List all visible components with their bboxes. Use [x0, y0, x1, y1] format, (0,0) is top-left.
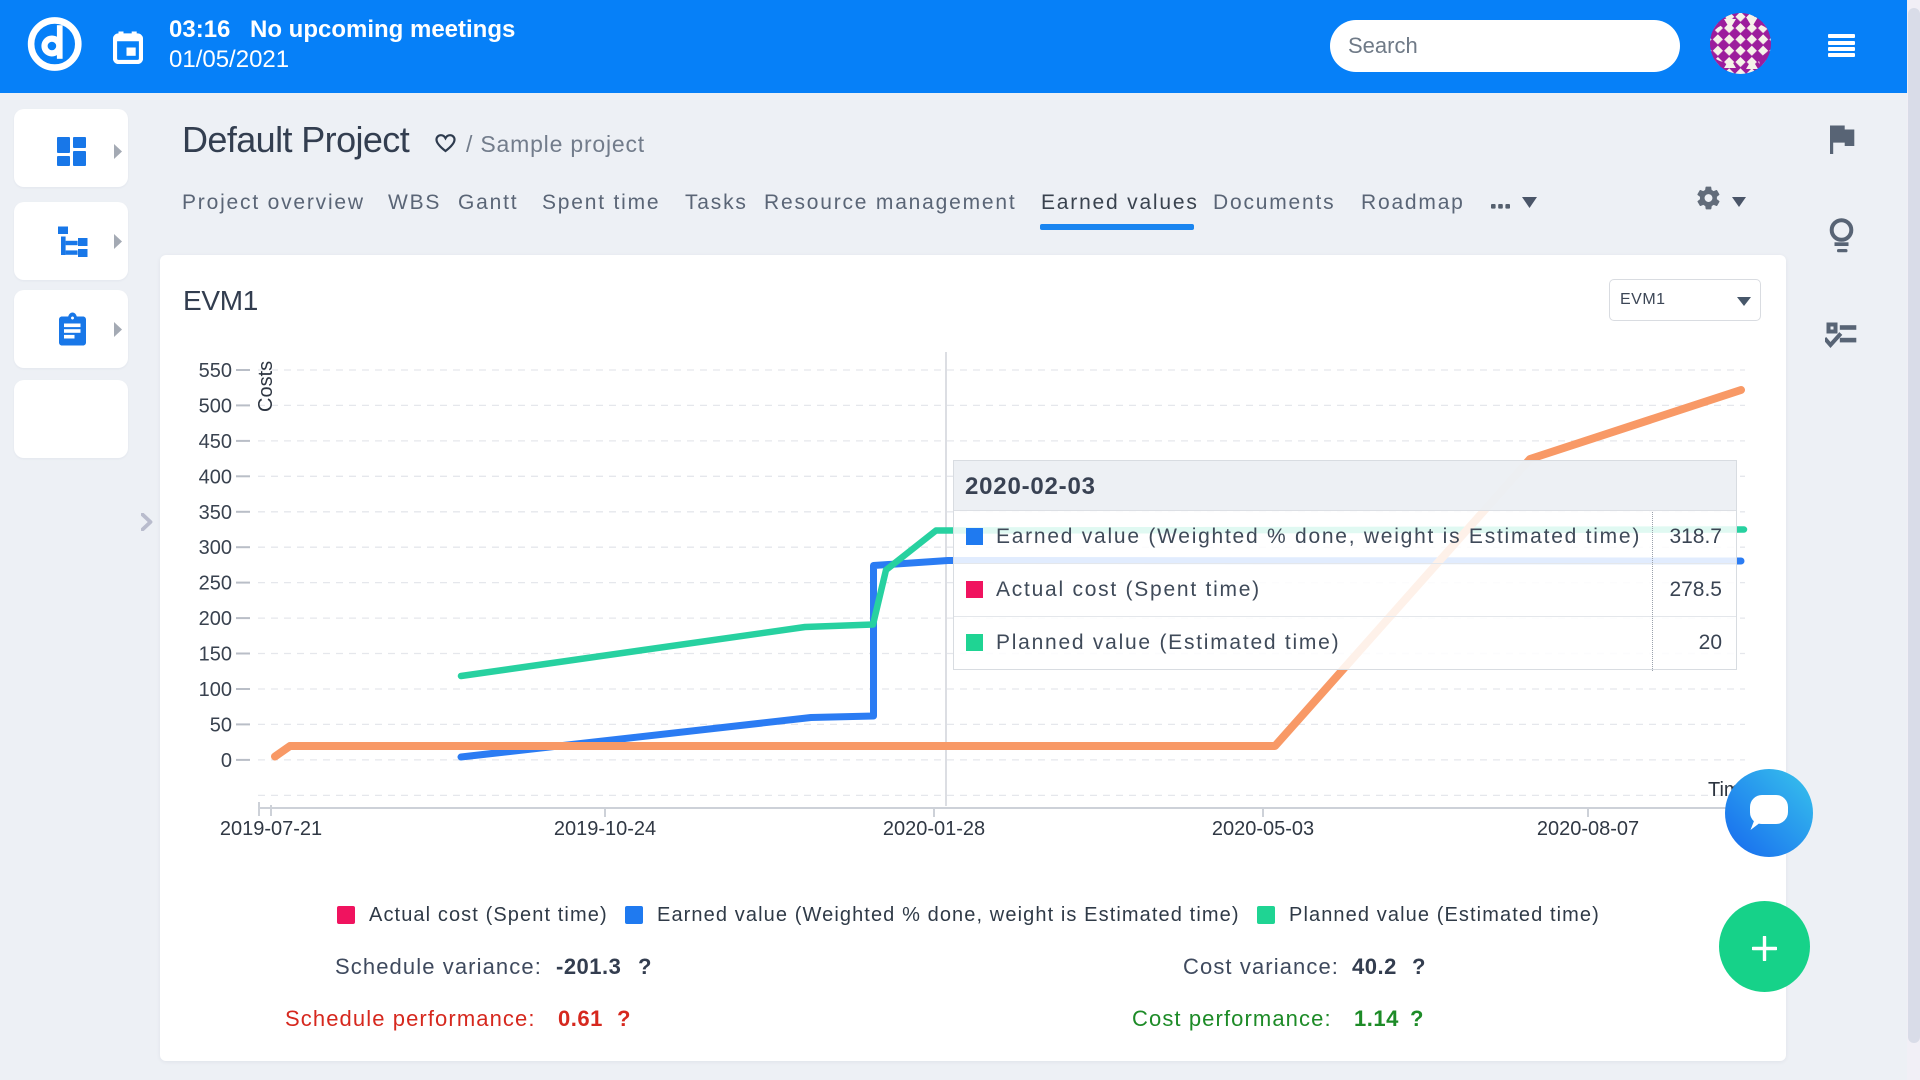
svg-text:300: 300 [199, 537, 232, 559]
svg-text:200: 200 [199, 608, 232, 630]
svg-text:2019-10-24: 2019-10-24 [554, 818, 656, 840]
svg-text:150: 150 [199, 644, 232, 666]
svg-text:2019-07-21: 2019-07-21 [220, 818, 322, 840]
svg-text:250: 250 [199, 573, 232, 595]
svg-text:350: 350 [199, 502, 232, 524]
svg-text:450: 450 [199, 431, 232, 453]
svg-text:550: 550 [199, 360, 232, 382]
svg-text:0: 0 [221, 750, 232, 772]
svg-text:Costs: Costs [255, 361, 277, 412]
svg-text:500: 500 [199, 395, 232, 417]
svg-text:50: 50 [210, 714, 232, 736]
svg-text:2020-08-07: 2020-08-07 [1537, 818, 1639, 840]
svg-text:2020-01-28: 2020-01-28 [883, 818, 985, 840]
svg-text:2020-05-03: 2020-05-03 [1212, 818, 1314, 840]
svg-text:100: 100 [199, 679, 232, 701]
svg-text:400: 400 [199, 466, 232, 488]
